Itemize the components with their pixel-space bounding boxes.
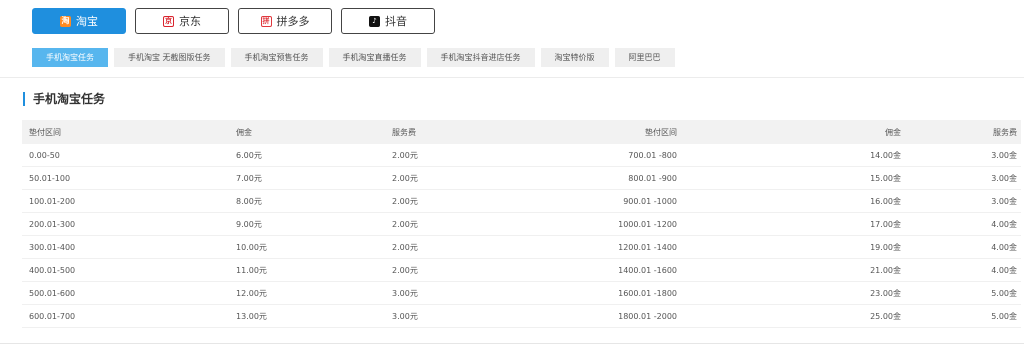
cell-service-fee-2: 5.00金	[991, 311, 1017, 321]
cell-commission: 10.00元	[236, 242, 267, 252]
cell-advance-range: 600.01-700	[29, 311, 76, 321]
cell-commission: 11.00元	[236, 265, 267, 275]
cell-advance-range: 0.00-50	[29, 150, 60, 160]
price-table: 垫付区间 佣金 服务费 垫付区间 佣金 服务费 0.00-50 6.00元 2.00…	[22, 120, 1021, 328]
subtab-mobile-taobao-presale[interactable]: 手机淘宝预售任务	[230, 48, 323, 67]
header-commission: 佣金	[236, 127, 252, 137]
table-body: 0.00-50 6.00元 2.00元 700.01 -800 14.00金 3.00金 5…	[22, 144, 1021, 328]
tab-jd[interactable]: 京 京东	[135, 8, 229, 34]
platform-tabs: 淘 淘宝 京 京东 拼 拼多多 ♪ 抖音	[32, 8, 435, 34]
cell-service-fee-2: 3.00金	[991, 173, 1017, 183]
cell-service-fee: 2.00元	[392, 242, 418, 252]
table-row: 500.01-600 12.00元 3.00元 1600.01 -1800 23.00金…	[22, 282, 1021, 305]
cell-advance-range-2: 900.01 -1000	[623, 196, 677, 206]
tab-taobao[interactable]: 淘 淘宝	[32, 8, 126, 34]
tab-douyin-label: 抖音	[385, 15, 407, 28]
cell-service-fee: 3.00元	[392, 311, 418, 321]
cell-commission-2: 25.00金	[870, 311, 901, 321]
subtab-mobile-taobao-no-screenshot[interactable]: 手机淘宝 无截图版任务	[114, 48, 225, 67]
cell-service-fee-2: 4.00金	[991, 242, 1017, 252]
cell-advance-range-2: 800.01 -900	[628, 173, 677, 183]
cell-advance-range: 200.01-300	[29, 219, 76, 229]
tab-douyin[interactable]: ♪ 抖音	[341, 8, 435, 34]
cell-service-fee-2: 4.00金	[991, 265, 1017, 275]
divider	[0, 343, 1024, 344]
tab-pinduoduo-label: 拼多多	[276, 15, 310, 28]
jd-icon: 京	[163, 15, 174, 27]
cell-commission: 12.00元	[236, 288, 267, 298]
header-service-fee: 服务费	[392, 127, 416, 137]
header-commission-2: 佣金	[885, 127, 901, 137]
cell-service-fee: 2.00元	[392, 219, 418, 229]
douyin-icon: ♪	[369, 15, 380, 27]
divider	[0, 77, 1024, 78]
table-row: 400.01-500 11.00元 2.00元 1400.01 -1600 21.00金…	[22, 259, 1021, 282]
cell-advance-range-2: 1800.01 -2000	[618, 311, 677, 321]
cell-service-fee: 2.00元	[392, 150, 418, 160]
cell-advance-range: 100.01-200	[29, 196, 76, 206]
cell-service-fee: 2.00元	[392, 265, 418, 275]
section-title: 手机淘宝任务	[23, 92, 105, 106]
header-advance-range: 垫付区间	[29, 127, 61, 137]
sub-tabs: 手机淘宝任务 手机淘宝 无截图版任务 手机淘宝预售任务 手机淘宝直播任务 手机淘…	[32, 48, 675, 67]
cell-service-fee: 2.00元	[392, 196, 418, 206]
cell-advance-range-2: 1600.01 -1800	[618, 288, 677, 298]
table-header: 垫付区间 佣金 服务费 垫付区间 佣金 服务费	[22, 120, 1021, 144]
cell-commission-2: 19.00金	[870, 242, 901, 252]
cell-advance-range: 50.01-100	[29, 173, 71, 183]
table-row: 50.01-100 7.00元 2.00元 800.01 -900 15.00金 3.00…	[22, 167, 1021, 190]
cell-advance-range-2: 700.01 -800	[628, 150, 677, 160]
cell-commission: 13.00元	[236, 311, 267, 321]
tab-jd-label: 京东	[179, 15, 201, 28]
cell-service-fee-2: 3.00金	[991, 196, 1017, 206]
cell-advance-range: 500.01-600	[29, 288, 76, 298]
cell-service-fee-2: 3.00金	[991, 150, 1017, 160]
cell-advance-range-2: 1400.01 -1600	[618, 265, 677, 275]
cell-commission-2: 23.00金	[870, 288, 901, 298]
cell-service-fee: 3.00元	[392, 288, 418, 298]
header-advance-range-2: 垫付区间	[645, 127, 677, 137]
cell-commission-2: 16.00金	[870, 196, 901, 206]
cell-commission-2: 14.00金	[870, 150, 901, 160]
subtab-mobile-taobao-live[interactable]: 手机淘宝直播任务	[328, 48, 421, 67]
cell-commission-2: 21.00金	[870, 265, 901, 275]
cell-commission: 7.00元	[236, 173, 262, 183]
table-row: 100.01-200 8.00元 2.00元 900.01 -1000 16.00金 3.…	[22, 190, 1021, 213]
cell-advance-range-2: 1200.01 -1400	[618, 242, 677, 252]
taobao-icon: 淘	[60, 15, 71, 27]
header-service-fee-2: 服务费	[993, 127, 1017, 137]
table-row: 300.01-400 10.00元 2.00元 1200.01 -1400 19.00金…	[22, 236, 1021, 259]
cell-service-fee: 2.00元	[392, 173, 418, 183]
table-row: 600.01-700 13.00元 3.00元 1800.01 -2000 25.00金…	[22, 305, 1021, 328]
cell-advance-range: 400.01-500	[29, 265, 76, 275]
cell-commission: 8.00元	[236, 196, 262, 206]
tab-pinduoduo[interactable]: 拼 拼多多	[238, 8, 332, 34]
table-row: 0.00-50 6.00元 2.00元 700.01 -800 14.00金 3.00金	[22, 144, 1021, 167]
table-row: 200.01-300 9.00元 2.00元 1000.01 -1200 17.00金 4…	[22, 213, 1021, 236]
subtab-alibaba[interactable]: 阿里巴巴	[614, 48, 675, 67]
tab-taobao-label: 淘宝	[76, 15, 98, 28]
cell-service-fee-2: 5.00金	[991, 288, 1017, 298]
cell-commission: 6.00元	[236, 150, 262, 160]
pinduoduo-icon: 拼	[260, 15, 272, 27]
subtab-taobao-lite[interactable]: 淘宝特价版	[540, 48, 609, 67]
cell-advance-range: 300.01-400	[29, 242, 76, 252]
cell-commission: 9.00元	[236, 219, 262, 229]
cell-commission-2: 15.00金	[870, 173, 901, 183]
cell-advance-range-2: 1000.01 -1200	[618, 219, 677, 229]
subtab-mobile-taobao[interactable]: 手机淘宝任务	[32, 48, 108, 67]
cell-service-fee-2: 4.00金	[991, 219, 1017, 229]
cell-commission-2: 17.00金	[870, 219, 901, 229]
subtab-mobile-taobao-douyin[interactable]: 手机淘宝抖音进店任务	[426, 48, 535, 67]
